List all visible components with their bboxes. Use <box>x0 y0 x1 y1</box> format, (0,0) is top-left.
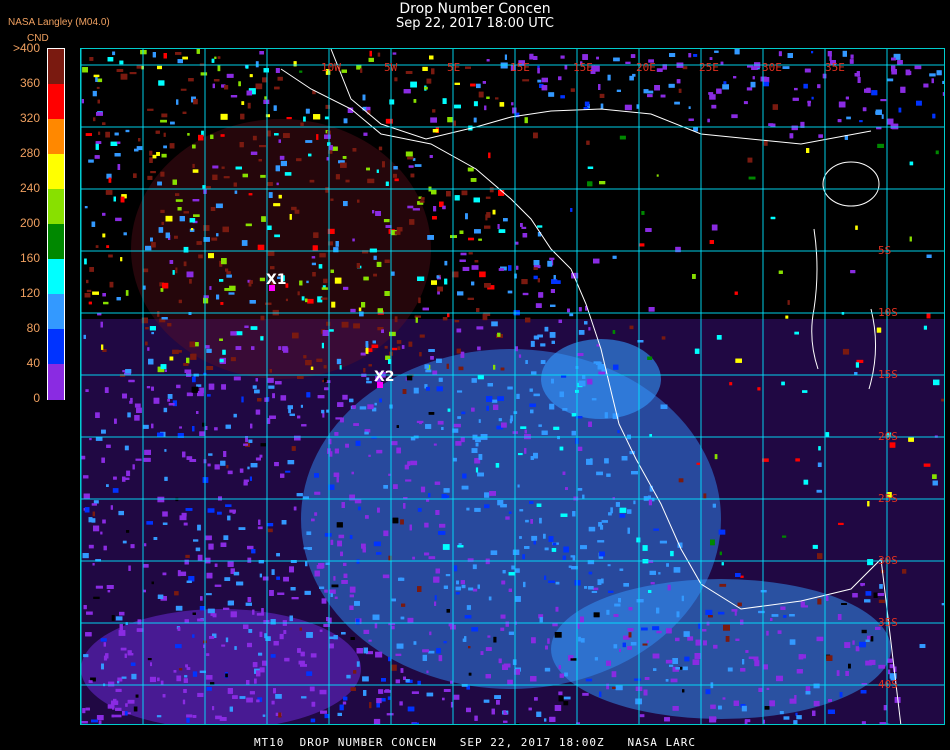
colorbar-segment <box>48 189 64 225</box>
latitude-label: 30S <box>878 554 898 567</box>
longitude-label: 25E <box>699 61 719 74</box>
map-timestamp: Sep 22, 2017 18:00 UTC <box>395 16 555 31</box>
map-canvas[interactable]: 10W 5W 5E 15E 15E 20E 25E 30E 35E 5S 10S 15S 20S 25S 3… <box>81 49 945 725</box>
colorbar-tick-label: 40 <box>26 356 40 370</box>
colorbar-tick-label: 120 <box>19 286 40 300</box>
latitude-label: 25S <box>878 492 898 505</box>
longitude-label: 10W <box>321 61 341 74</box>
colorbar-segment <box>48 329 64 365</box>
colorbar-segment <box>48 84 64 120</box>
map-title: Drop Number Concen <box>399 1 551 17</box>
latitude-label: 15S <box>878 368 898 381</box>
colorbar-tick-label: 360 <box>19 76 40 90</box>
colorbar-tick-label: 280 <box>19 146 40 160</box>
colorbar <box>47 48 65 400</box>
colorbar-segment <box>48 259 64 295</box>
colorbar-segment <box>48 364 64 400</box>
colorbar-tick-label: 200 <box>19 216 40 230</box>
colorbar-tick-label: 240 <box>19 181 40 195</box>
longitude-label: 5W <box>384 61 398 74</box>
colorbar-segment <box>48 119 64 155</box>
longitude-label: 15E <box>573 61 593 74</box>
latitude-label: 5S <box>878 244 891 257</box>
footer-caption: MT10 DROP NUMBER CONCEN SEP 22, 2017 18:… <box>253 736 697 749</box>
longitude-label: 5E <box>447 61 460 74</box>
longitude-label: 15E <box>510 61 530 74</box>
colorbar-segment <box>48 154 64 190</box>
latitude-label: 10S <box>878 306 898 319</box>
colorbar-tick-label: 160 <box>19 251 40 265</box>
colorbar-segment <box>48 294 64 330</box>
colorbar-segment <box>48 49 64 85</box>
longitude-label: 35E <box>825 61 845 74</box>
longitude-label: 20E <box>636 61 656 74</box>
colorbar-tick-label: 0 <box>33 391 40 405</box>
satellite-map[interactable]: 10W 5W 5E 15E 15E 20E 25E 30E 35E 5S 10S 15S 20S 25S 3… <box>80 48 945 725</box>
colorbar-tick-label: >400 <box>12 41 40 55</box>
site-marker-label: X1 <box>266 272 287 288</box>
colorbar-segment <box>48 224 64 260</box>
longitude-label: 30E <box>762 61 782 74</box>
latitude-label: 20S <box>878 430 898 443</box>
latitude-label: 40S <box>878 678 898 691</box>
site-marker-label: X2 <box>374 369 395 385</box>
colorbar-tick-label: 80 <box>26 321 40 335</box>
colorbar-tick-label: 320 <box>19 111 40 125</box>
agency-label: NASA Langley (M04.0) <box>8 17 110 28</box>
latitude-label: 35S <box>878 616 898 629</box>
